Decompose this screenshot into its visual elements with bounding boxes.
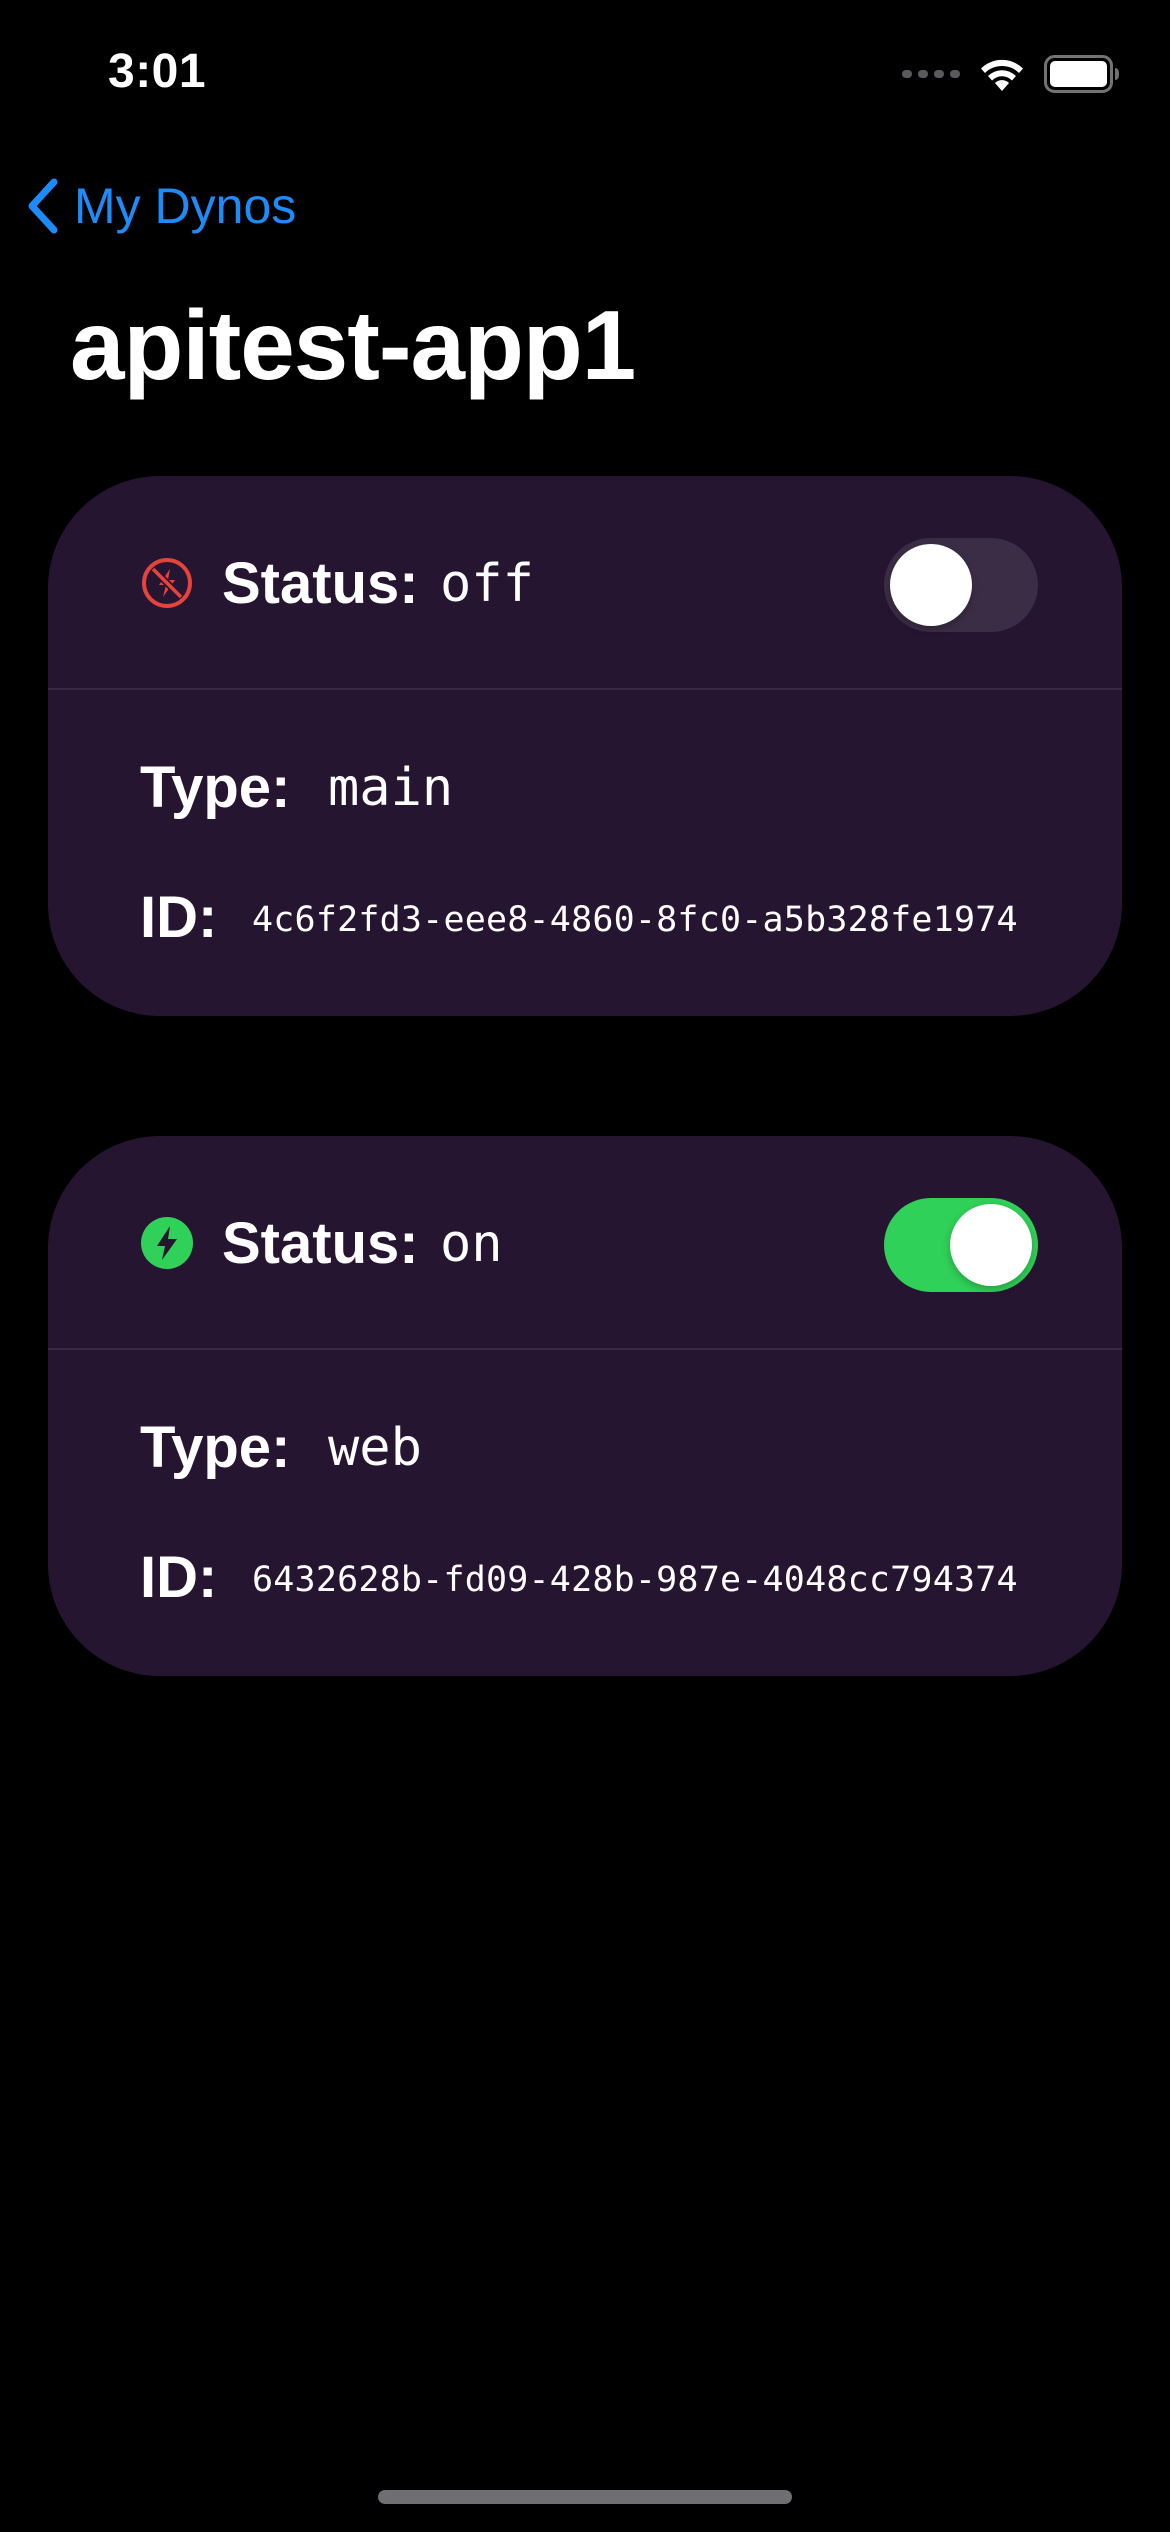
chevron-left-icon (28, 178, 58, 234)
dyno-status-row: Status: on (48, 1136, 1122, 1350)
dyno-card: Status: off Type: main ID: 4c6f2fd3-eee8… (48, 476, 1122, 1016)
type-value: main (328, 758, 454, 818)
status-label: Status: (222, 1211, 419, 1276)
id-label: ID: (140, 1545, 218, 1610)
bolt-slash-icon (142, 558, 192, 608)
wifi-icon (981, 59, 1023, 91)
type-value: web (328, 1418, 422, 1478)
home-indicator[interactable] (378, 2490, 792, 2504)
status-icons (902, 52, 1120, 96)
toggle-knob (890, 544, 972, 626)
status-value: on (440, 1214, 503, 1274)
status-value: off (440, 554, 534, 614)
id-label: ID: (140, 885, 218, 950)
cellular-signal-icon (902, 70, 960, 78)
dyno-status-toggle[interactable] (884, 538, 1038, 632)
status-time: 3:01 (108, 45, 207, 98)
toggle-knob (950, 1204, 1032, 1286)
id-value: 6432628b-fd09-428b-987e-4048cc794374 (252, 1560, 1018, 1600)
status-bar: 3:01 (0, 0, 1170, 150)
dyno-status-row: Status: off (48, 476, 1122, 690)
page-title: apitest-app1 (70, 290, 636, 400)
dyno-card: Status: on Type: web ID: 6432628b-fd09-4… (48, 1136, 1122, 1676)
back-button[interactable]: My Dynos (24, 176, 296, 236)
bolt-icon (141, 1217, 193, 1269)
status-label: Status: (222, 551, 419, 616)
dyno-status-toggle[interactable] (884, 1198, 1038, 1292)
type-label: Type: (140, 755, 291, 820)
back-label: My Dynos (74, 178, 297, 234)
battery-icon (1044, 55, 1119, 93)
id-value: 4c6f2fd3-eee8-4860-8fc0-a5b328fe1974 (252, 900, 1018, 940)
type-label: Type: (140, 1415, 291, 1480)
